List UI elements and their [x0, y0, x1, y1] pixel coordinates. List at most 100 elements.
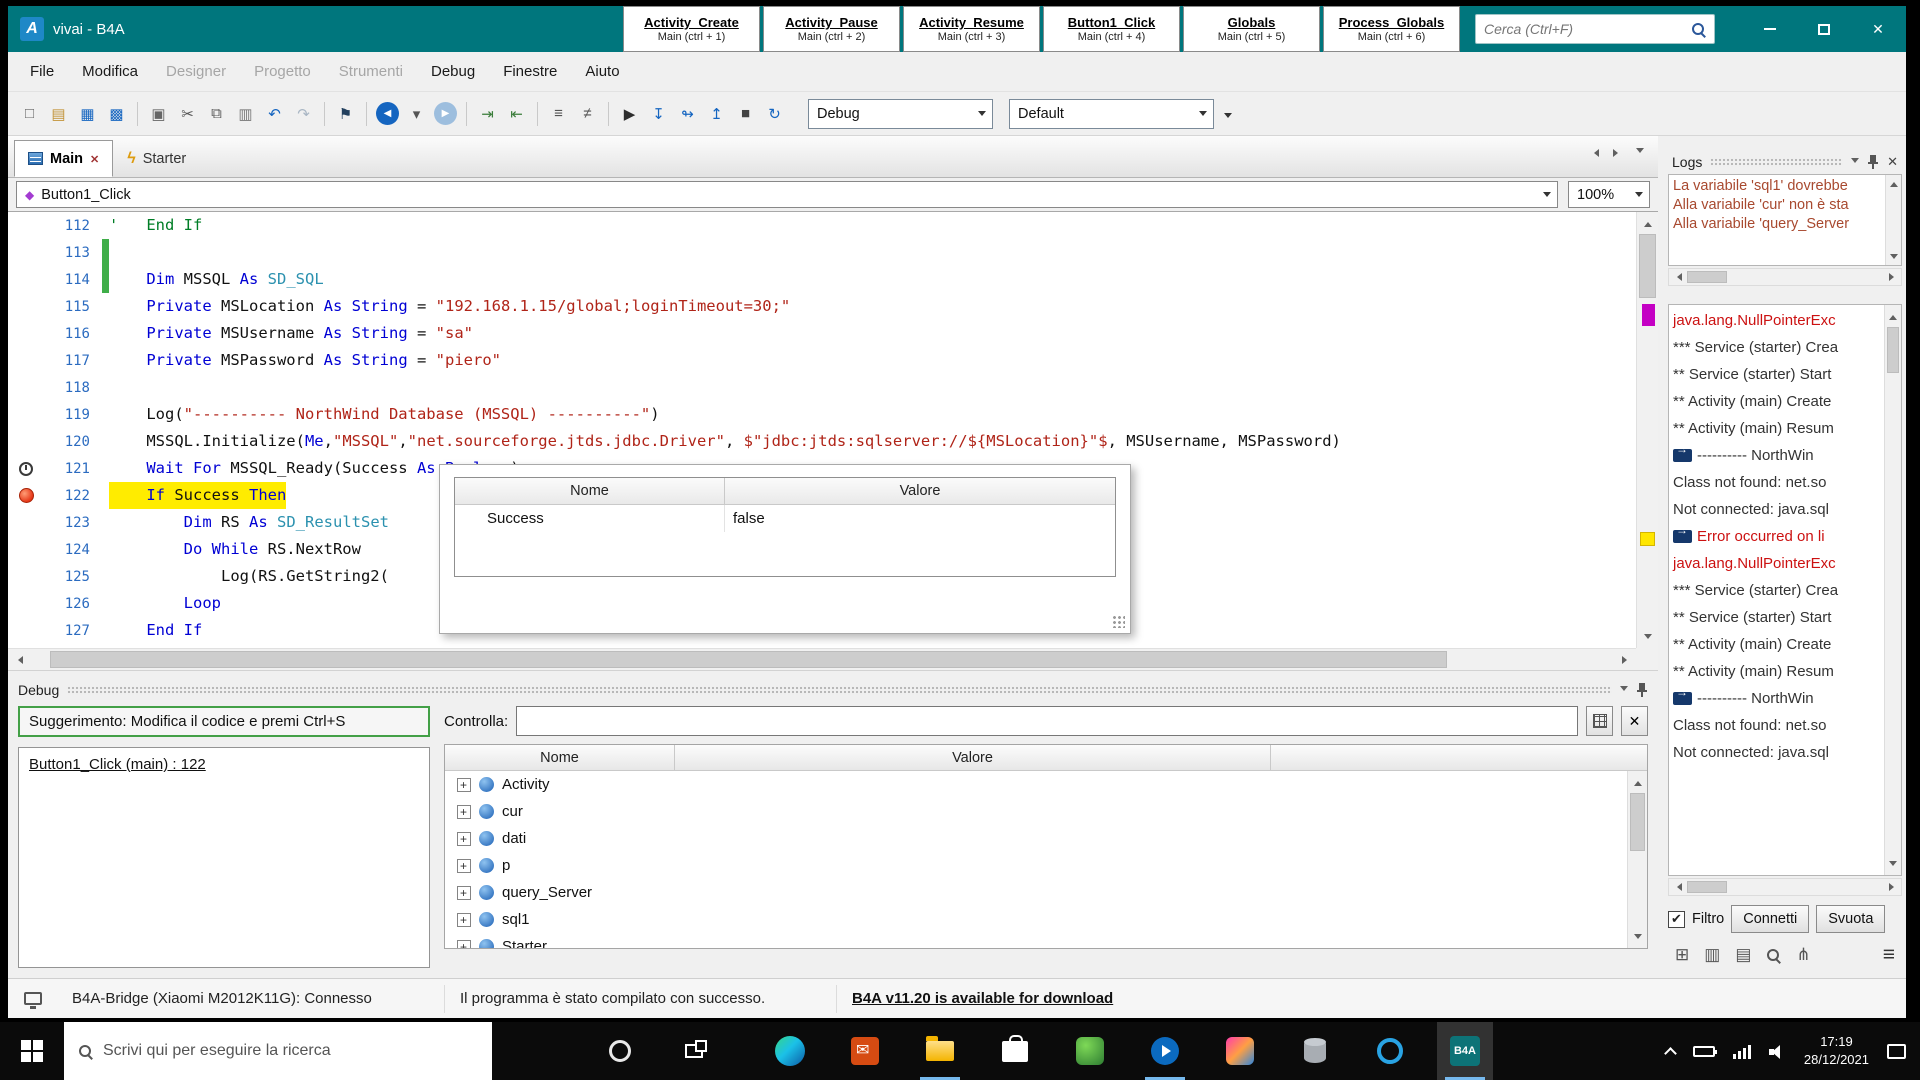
line-number[interactable]: 122	[44, 488, 102, 504]
hotkey-tab-globals[interactable]: GlobalsMain (ctrl + 5)	[1183, 6, 1320, 52]
scroll-down-icon[interactable]	[1885, 855, 1901, 875]
pin-icon[interactable]	[1636, 683, 1648, 697]
gutter[interactable]	[8, 347, 44, 374]
toolbar-navigate-back-icon[interactable]: ◀	[376, 102, 399, 125]
folder-icon[interactable]: ▤	[1735, 945, 1751, 965]
panel-dropdown-icon[interactable]	[1620, 686, 1628, 695]
editor-tab-starter[interactable]: ϟStarter	[113, 140, 200, 177]
menu-item-file[interactable]: File	[16, 52, 68, 92]
minimize-button[interactable]	[1743, 6, 1797, 52]
toolbar-step-into-icon[interactable]: ↧	[645, 100, 672, 127]
logs-horizontal-scrollbar[interactable]	[1668, 878, 1902, 896]
column-header-valore[interactable]: Valore	[675, 745, 1271, 770]
taskbar-app-green-app[interactable]	[1062, 1022, 1118, 1080]
toolbar-window-icon[interactable]: ▣	[145, 100, 172, 127]
scroll-down-icon[interactable]	[1886, 251, 1901, 265]
gutter[interactable]	[8, 563, 44, 590]
scroll-right-icon[interactable]	[1616, 649, 1636, 670]
taskbar-app-store[interactable]	[987, 1022, 1043, 1080]
scroll-track[interactable]	[1685, 269, 1885, 285]
titlebar-search[interactable]	[1475, 14, 1715, 44]
log-warning[interactable]: Alla variabile 'query_Server	[1669, 213, 1901, 232]
toolbar-save-icon[interactable]: ▦	[74, 100, 101, 127]
toolbar-back-history-icon[interactable]: ▾	[403, 100, 430, 127]
hotkey-tab-button1_click[interactable]: Button1_ClickMain (ctrl + 4)	[1043, 6, 1180, 52]
log-warning[interactable]: Alla variabile 'cur' non è sta	[1669, 194, 1901, 213]
cortana-button[interactable]	[592, 1022, 648, 1080]
watch-row[interactable]: Success false	[455, 505, 1115, 532]
log-entry[interactable]: ** Activity (main) Create	[1669, 631, 1883, 658]
log-warning[interactable]: La variabile 'sql1' dovrebbe	[1669, 175, 1901, 194]
toolbar-cut-icon[interactable]: ✂	[174, 100, 201, 127]
expand-icon[interactable]	[457, 778, 471, 792]
expand-icon[interactable]	[457, 832, 471, 846]
connect-button[interactable]: Connetti	[1731, 905, 1809, 933]
toolbar-lock-icon[interactable]: ▥	[232, 100, 259, 127]
close-tab-icon[interactable]	[90, 151, 99, 167]
scroll-down-icon[interactable]	[1637, 628, 1658, 648]
scroll-thumb[interactable]	[1687, 881, 1727, 893]
gutter[interactable]	[8, 617, 44, 644]
log-entry[interactable]: Not connected: java.sql	[1669, 739, 1883, 766]
notification-center-icon[interactable]	[1887, 1044, 1906, 1059]
branch-icon[interactable]: ⋔	[1796, 945, 1810, 965]
call-stack-entry[interactable]: Button1_Click (main) : 122	[29, 756, 419, 773]
gutter[interactable]	[8, 401, 44, 428]
log-entry[interactable]: *** Service (starter) Crea	[1669, 334, 1883, 361]
variable-row[interactable]: dati	[445, 825, 1627, 852]
code-line[interactable]: 113	[8, 239, 1636, 266]
toolbar-restart-icon[interactable]: ↻	[761, 100, 788, 127]
scroll-thumb[interactable]	[50, 651, 1447, 668]
scroll-thumb[interactable]	[1887, 327, 1899, 373]
code-vertical-scrollbar[interactable]	[1636, 212, 1658, 648]
log-entry[interactable]: java.lang.NullPointerExc	[1669, 307, 1883, 334]
log-entry[interactable]: java.lang.NullPointerExc	[1669, 550, 1883, 577]
scroll-up-icon[interactable]	[1628, 771, 1647, 791]
hotkey-tab-activity_create[interactable]: Activity_CreateMain (ctrl + 1)	[623, 6, 760, 52]
menu-item-modifica[interactable]: Modifica	[68, 52, 152, 92]
gutter[interactable]	[8, 212, 44, 239]
grid-view-icon[interactable]: ⊞	[1675, 945, 1689, 965]
gutter[interactable]	[8, 239, 44, 266]
gutter[interactable]	[8, 293, 44, 320]
line-number[interactable]: 118	[44, 380, 102, 396]
taskbar-app-movies[interactable]	[1137, 1022, 1193, 1080]
pin-icon[interactable]	[1867, 155, 1879, 169]
battery-icon[interactable]	[1693, 1046, 1715, 1057]
warnings-scrollbar[interactable]	[1885, 175, 1901, 265]
taskbar-app-database[interactable]	[1287, 1022, 1343, 1080]
scroll-track[interactable]	[28, 649, 1616, 670]
log-entry[interactable]: ** Activity (main) Create	[1669, 388, 1883, 415]
taskbar-app-b4a[interactable]: B4A	[1437, 1022, 1493, 1080]
log-entry[interactable]: *** Service (starter) Crea	[1669, 577, 1883, 604]
toolbar-redo-icon[interactable]: ↷	[290, 100, 317, 127]
line-number[interactable]: 123	[44, 515, 102, 531]
evaluate-button[interactable]	[1586, 706, 1613, 736]
menu-item-strumenti[interactable]: Strumenti	[325, 52, 417, 92]
expand-icon[interactable]	[457, 913, 471, 927]
toolbar-new-file-icon[interactable]: □	[16, 100, 43, 127]
taskbar-search[interactable]	[64, 1022, 492, 1080]
update-link[interactable]: B4A v11.20 is available for download	[852, 979, 1113, 1018]
scroll-thumb[interactable]	[1639, 234, 1656, 298]
gutter[interactable]	[8, 590, 44, 617]
method-select[interactable]: ◆ Button1_Click	[16, 181, 1558, 208]
scroll-thumb[interactable]	[1687, 271, 1727, 283]
toolbar-step-out-icon[interactable]: ↥	[703, 100, 730, 127]
menu-item-designer[interactable]: Designer	[152, 52, 240, 92]
code-line[interactable]: 120 MSSQL.Initialize(Me,"MSSQL","net.sou…	[8, 428, 1636, 455]
scroll-left-icon[interactable]	[1669, 879, 1685, 895]
gutter[interactable]	[8, 455, 44, 482]
volume-icon[interactable]	[1769, 1044, 1786, 1059]
dropdown-arrow-icon[interactable]	[1537, 182, 1557, 207]
expand-icon[interactable]	[457, 886, 471, 900]
scroll-left-icon[interactable]	[1669, 269, 1685, 285]
taskbar-app-paint[interactable]	[1212, 1022, 1268, 1080]
gutter[interactable]	[8, 536, 44, 563]
gutter[interactable]	[8, 428, 44, 455]
variable-row[interactable]: cur	[445, 798, 1627, 825]
gutter[interactable]	[8, 266, 44, 293]
code-line[interactable]: 118	[8, 374, 1636, 401]
line-number[interactable]: 120	[44, 434, 102, 450]
debug-panel-header[interactable]: Debug	[8, 678, 1658, 702]
